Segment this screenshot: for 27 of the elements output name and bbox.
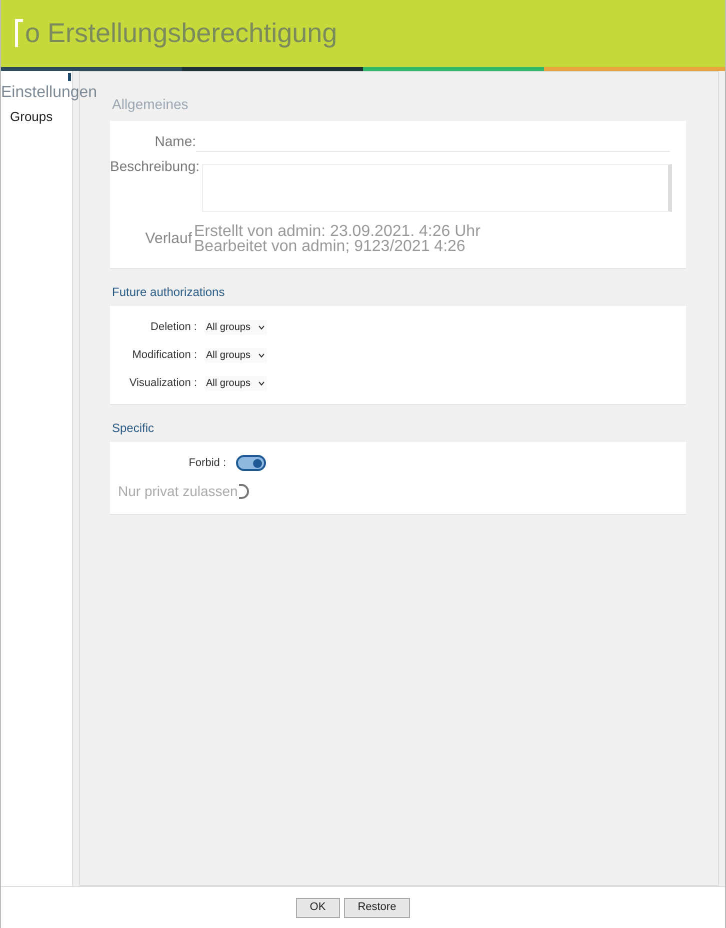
window-title: o Erstellungsberechtigung (25, 17, 338, 50)
field-label: Visualization : (128, 376, 197, 391)
field-label: Deletion : (150, 320, 197, 335)
section-heading: Future authorizations (111, 284, 226, 301)
sidebar-item[interactable]: Groups (1, 105, 72, 126)
bracket-icon (15, 18, 23, 48)
field-label: Modification : (131, 348, 197, 363)
history-entry: Erstellt von admin: 23.09.2021. 4:26 Uhr (194, 224, 480, 239)
group-dropdown[interactable]: All groups (205, 376, 268, 390)
chevron-down-icon (258, 352, 266, 358)
field-label: Name: (154, 132, 196, 151)
field-label: Forbid : (188, 456, 226, 471)
group-dropdown[interactable]: All groups (205, 320, 268, 334)
field-label: Verlauf (144, 228, 192, 249)
dialog-button[interactable]: Restore (344, 898, 410, 918)
section-heading: Specific (111, 420, 156, 437)
field-label: Nur privat zulassen (118, 482, 238, 501)
toggle-switch[interactable] (236, 455, 266, 471)
group-dropdown[interactable]: All groups (205, 348, 268, 362)
toggle-switch[interactable] (238, 484, 249, 498)
chevron-down-icon (258, 324, 266, 330)
field-label: Beschreibung: (110, 157, 196, 176)
chevron-down-icon (258, 380, 266, 386)
dialog-button[interactable]: OK (296, 898, 340, 918)
section-heading: Allgemeines (111, 95, 190, 114)
history-entry: Bearbeitet von admin; 9123/2021 4:26 (194, 239, 466, 254)
sidebar-heading: Einstellungen (1, 83, 98, 103)
